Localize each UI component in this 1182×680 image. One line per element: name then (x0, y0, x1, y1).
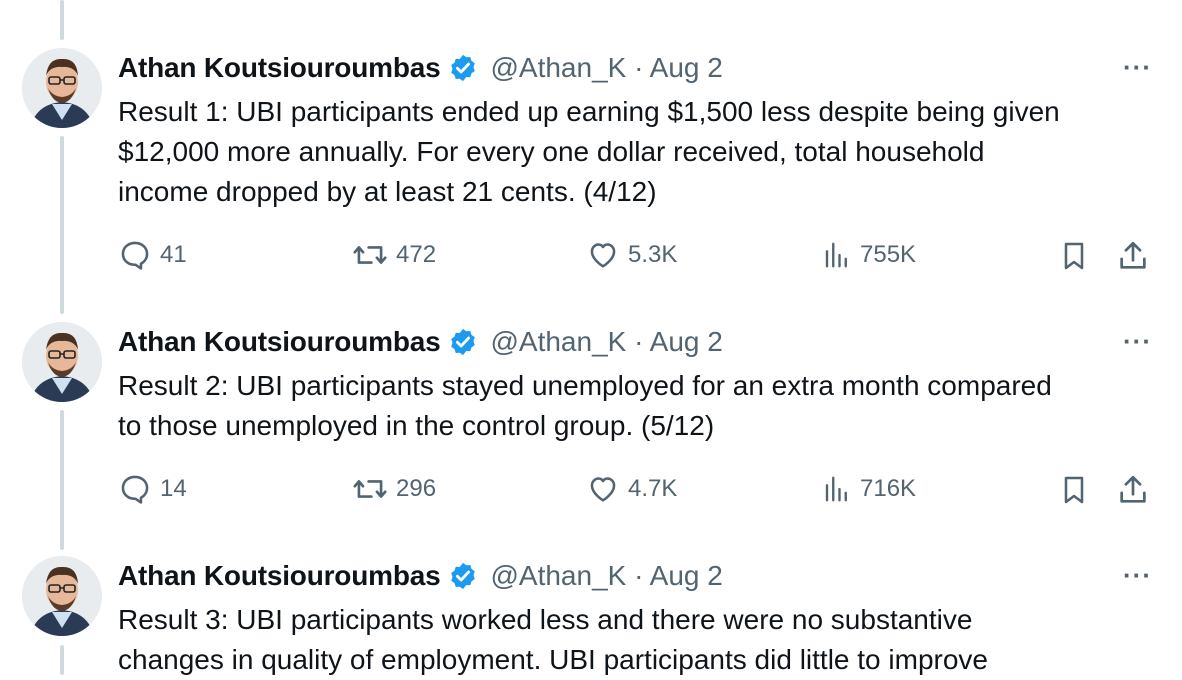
author-handle-date[interactable]: @Athan_K · Aug 2 (490, 560, 722, 592)
author-avatar[interactable] (22, 556, 102, 636)
author-name[interactable]: Athan Koutsiouroumbas (118, 560, 441, 592)
tweet-text: Result 3: UBI participants worked less a… (118, 604, 988, 675)
tweet[interactable]: Athan Koutsiouroumbas @Athan_K · Aug 2 ·… (0, 0, 1182, 675)
avatar-photo (22, 556, 102, 636)
tweet-header: Athan Koutsiouroumbas @Athan_K · Aug 2 (118, 556, 1182, 596)
more-options-icon[interactable]: ··· (1123, 560, 1152, 591)
verified-badge-icon (448, 561, 478, 591)
